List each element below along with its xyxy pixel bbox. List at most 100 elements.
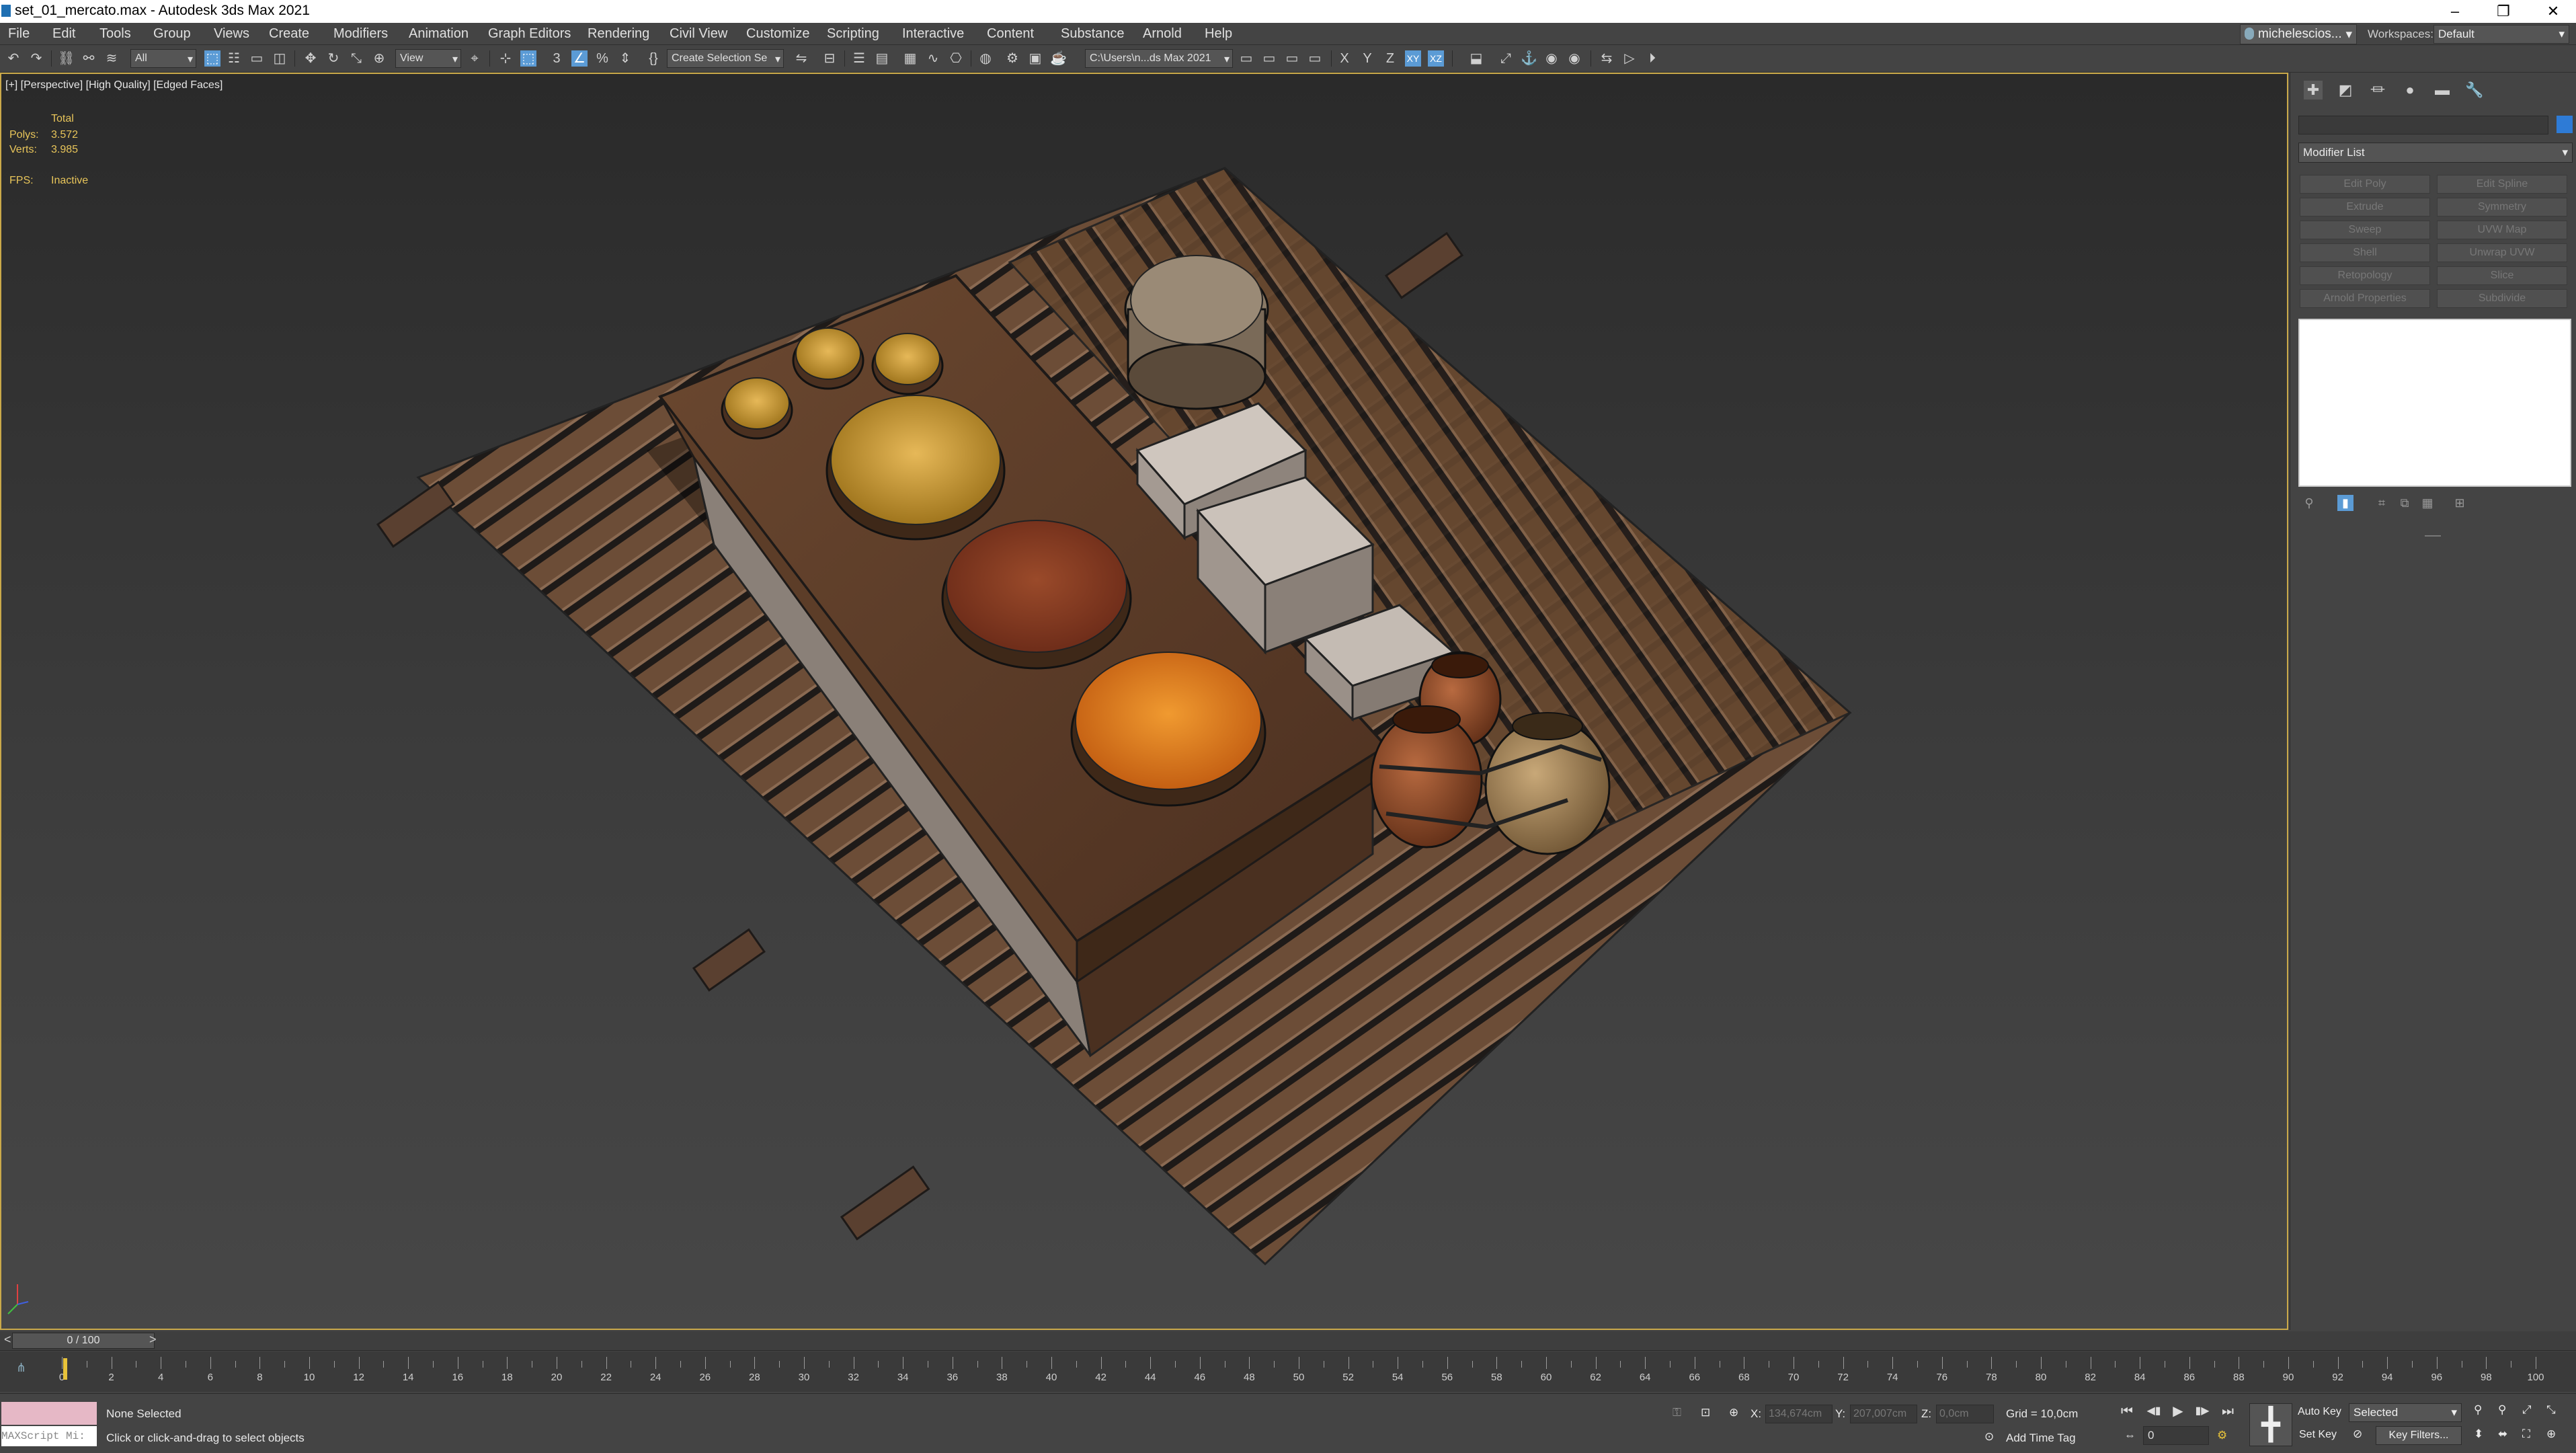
menu-customize[interactable]: Customize	[746, 26, 809, 42]
time-next-button[interactable]: >	[149, 1333, 157, 1347]
viewport-icon[interactable]: ◉	[1566, 50, 1582, 67]
redo-icon[interactable]: ↷	[28, 50, 44, 67]
mirror-mode-icon[interactable]: ⇆	[1599, 50, 1615, 67]
media-icon[interactable]: ⏵	[1644, 50, 1660, 67]
menu-file[interactable]: File	[8, 26, 30, 42]
zoom-extents-all-icon[interactable]: ⤡	[2546, 1403, 2556, 1417]
edit-poly-button[interactable]: Edit Poly	[2300, 175, 2430, 194]
menu-arnold[interactable]: Arnold	[1143, 26, 1182, 42]
retopology-button[interactable]: Retopology	[2300, 266, 2430, 285]
remove-modifier-icon[interactable]: ⧉	[2397, 495, 2413, 511]
menu-animation[interactable]: Animation	[409, 26, 469, 42]
slice-button[interactable]: Slice	[2437, 266, 2567, 285]
named-selection-sets-dropdown[interactable]: Create Selection Se ▾	[667, 49, 784, 68]
selection-filter-dropdown[interactable]: All ▾	[130, 49, 196, 68]
rotate-icon[interactable]: ↻	[325, 50, 341, 67]
z-coordinate-field[interactable]: 0,0cm	[1936, 1405, 1994, 1423]
select-object-icon[interactable]: ⬚	[204, 50, 220, 67]
menu-scripting[interactable]: Scripting	[827, 26, 879, 42]
menu-modifiers[interactable]: Modifiers	[333, 26, 388, 42]
region-select-icon[interactable]: ▭	[249, 50, 265, 67]
current-frame-field[interactable]: 0	[2143, 1426, 2209, 1445]
render-production-icon[interactable]: ☕	[1050, 50, 1067, 67]
key-filters-button[interactable]: Key Filters...	[2376, 1426, 2462, 1445]
go-to-end-icon[interactable]: ⏭	[2218, 1402, 2237, 1421]
viewport-label-menu[interactable]: [+] [Perspective] [High Quality] [Edged …	[5, 79, 223, 91]
link-icon[interactable]: ⛓	[58, 50, 75, 67]
go-to-start-icon[interactable]: ⏮	[2118, 1402, 2136, 1421]
make-unique-icon[interactable]: ⌗	[2374, 495, 2390, 511]
maxscript-mini-listener-input[interactable]: MAXScript Mi:	[1, 1426, 97, 1446]
constraint-xy-button[interactable]: XY	[1405, 50, 1421, 67]
set-key-button[interactable]: Set Key	[2299, 1426, 2337, 1444]
user-account-dropdown[interactable]: michelescios... ▾	[2240, 24, 2357, 44]
menu-tools[interactable]: Tools	[99, 26, 131, 42]
time-slider-bar[interactable]: < 0 / 100 >	[0, 1331, 2576, 1351]
pin-stack-icon[interactable]: ⚲	[2301, 495, 2317, 511]
mirror-icon[interactable]: ⇋	[793, 50, 809, 67]
arnold-properties-button[interactable]: Arnold Properties	[2300, 289, 2430, 308]
constraint-x-button[interactable]: X	[1336, 50, 1353, 67]
select-manipulate-icon[interactable]: ⊹	[497, 50, 514, 67]
keyboard-shortcut-override-icon[interactable]: ⬚	[520, 50, 536, 67]
modifier-list-dropdown[interactable]: Modifier List ▾	[2298, 143, 2573, 163]
menu-edit[interactable]: Edit	[52, 26, 75, 42]
modifier-stack-view[interactable]	[2298, 319, 2571, 487]
undo-icon[interactable]: ↶	[5, 50, 22, 67]
uvw-map-button[interactable]: UVW Map	[2437, 221, 2567, 239]
toggle-ribbon-icon[interactable]: ▦	[902, 50, 918, 67]
key-mode-toggle-icon[interactable]: ⇔	[2124, 1429, 2136, 1442]
add-time-tag-button[interactable]: Add Time Tag	[2006, 1431, 2076, 1445]
minimize-button[interactable]: –	[2435, 0, 2475, 23]
save-icon[interactable]: ▭	[1261, 50, 1277, 67]
create-tab-icon[interactable]: ✚	[2304, 81, 2323, 100]
align-icon[interactable]: ⊟	[821, 50, 838, 67]
extrude-button[interactable]: Extrude	[2300, 198, 2430, 217]
perspective-viewport[interactable]: [+] [Perspective] [High Quality] [Edged …	[0, 73, 2288, 1330]
snap-toggle-icon[interactable]: 3	[549, 50, 565, 67]
render-setup-icon[interactable]: ⚙	[1004, 50, 1020, 67]
rendered-frame-window-icon[interactable]: ▣	[1027, 50, 1043, 67]
subdivide-button[interactable]: Subdivide	[2437, 289, 2567, 308]
spinner-snap-icon[interactable]: ⇕	[617, 50, 633, 67]
angle-snap-icon[interactable]: ∠	[571, 50, 588, 67]
percent-snap-icon[interactable]: %	[594, 50, 610, 67]
modify-tab-icon[interactable]: ◩	[2336, 81, 2355, 100]
display-tab-icon[interactable]: ▬	[2433, 81, 2452, 100]
menu-create[interactable]: Create	[269, 26, 309, 42]
menu-rendering[interactable]: Rendering	[588, 26, 649, 42]
edit-spline-button[interactable]: Edit Spline	[2437, 175, 2567, 194]
menu-help[interactable]: Help	[1205, 26, 1232, 42]
unwrap-uvw-button[interactable]: Unwrap UVW	[2437, 243, 2567, 262]
track-bar[interactable]: ⋔ 0 2 4 6 8 10 12 14 16 18 20 22 24 26 28 30 32 34 36 38 40 4…	[0, 1351, 2576, 1392]
mini-curve-editor-icon[interactable]: ⋔	[16, 1361, 26, 1375]
close-button[interactable]: ✕	[2533, 0, 2573, 23]
frame-ruler[interactable]: 0 2 4 6 8 10 12 14 16 18 20 22 24 26 28 30 32 34 36 38 40 42 4…	[59, 1351, 2544, 1392]
sweep-button[interactable]: Sweep	[2300, 221, 2430, 239]
restore-button[interactable]: ❐	[2483, 0, 2524, 23]
object-color-swatch[interactable]	[2557, 116, 2573, 133]
symmetry-button[interactable]: Symmetry	[2437, 198, 2567, 217]
isolate-selection-icon[interactable]: ⊡	[1701, 1406, 1710, 1419]
zoom-all-icon[interactable]: ⚲	[2498, 1403, 2506, 1417]
previous-frame-icon[interactable]: ◀▮	[2144, 1402, 2163, 1421]
menu-content[interactable]: Content	[987, 26, 1034, 42]
toggle-layer-explorer-icon[interactable]: ▤	[874, 50, 890, 67]
menu-civil-view[interactable]: Civil View	[670, 26, 727, 42]
material-editor-icon[interactable]: ◍	[977, 50, 994, 67]
constraint-xz-button[interactable]: XZ	[1428, 50, 1444, 67]
modifier-settings-icon[interactable]: ⊞	[2452, 495, 2468, 511]
zoom-extents-icon[interactable]: ⤢	[2522, 1403, 2532, 1417]
reference-coordinate-dropdown[interactable]: View ▾	[395, 49, 461, 68]
maxscript-listener-output[interactable]	[1, 1402, 97, 1425]
place-icon[interactable]: ⊕	[371, 50, 387, 67]
project-folder-dropdown[interactable]: C:\Users\n...ds Max 2021 ▾	[1085, 49, 1233, 68]
edit-named-selection-icon[interactable]: {}	[645, 50, 661, 67]
time-slider-thumb[interactable]: 0 / 100	[12, 1333, 155, 1349]
x-coordinate-field[interactable]: 134,674cm	[1765, 1405, 1833, 1423]
time-prev-button[interactable]: <	[4, 1333, 11, 1347]
unlink-icon[interactable]: ⚯	[81, 50, 97, 67]
maximize-viewport-icon[interactable]: ⊕	[2546, 1427, 2556, 1441]
snapshot-icon[interactable]: ⬓	[1468, 50, 1484, 67]
menu-views[interactable]: Views	[214, 26, 249, 42]
